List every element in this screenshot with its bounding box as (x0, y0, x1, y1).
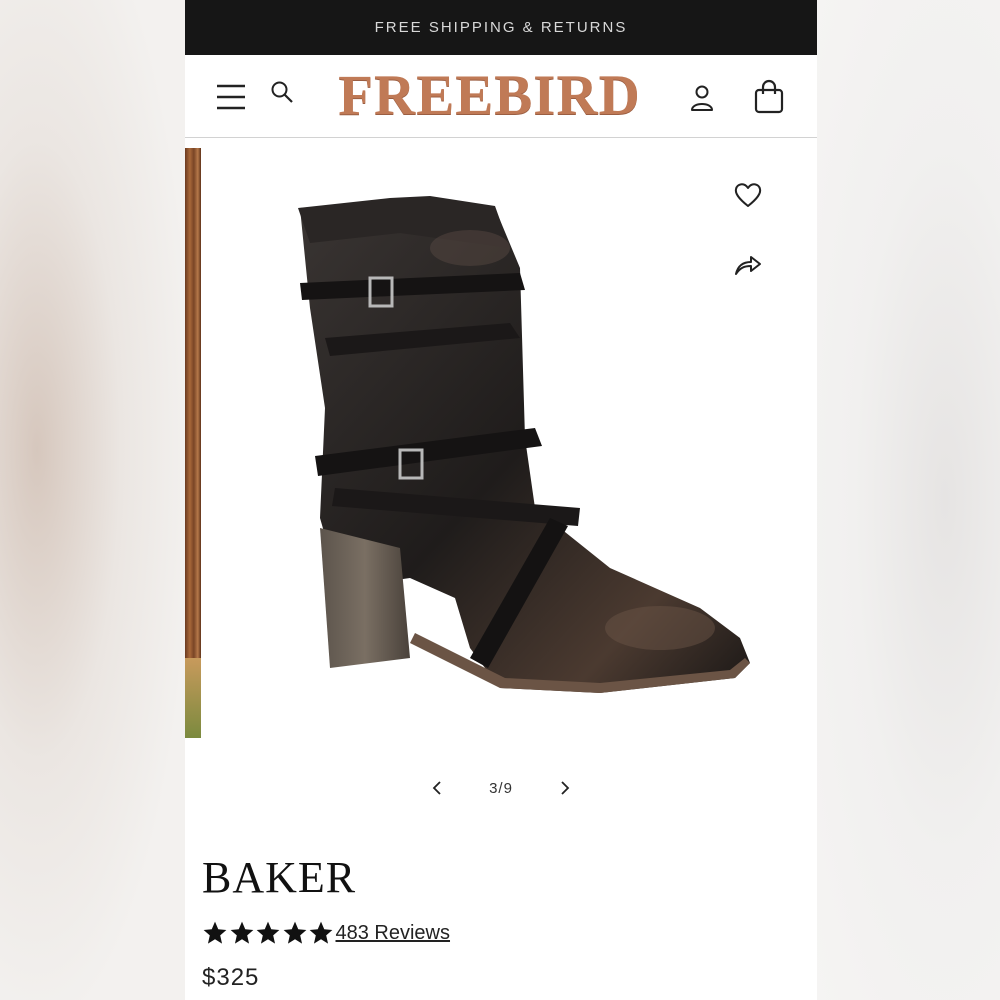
slide-counter: 3/9 (489, 779, 513, 797)
site-header: FREEBIRD (185, 55, 817, 138)
background-blur-right (817, 0, 1000, 1000)
background-blur-left (0, 0, 185, 1000)
boot-image (298, 196, 750, 693)
star-icon (256, 921, 280, 944)
product-price: $325 (202, 964, 260, 991)
star-rating (202, 920, 335, 946)
account-button[interactable] (685, 81, 719, 115)
star-icon (283, 921, 306, 944)
chevron-right-icon (561, 781, 570, 795)
share-button[interactable] (731, 248, 765, 282)
cart-button[interactable] (749, 77, 789, 117)
product-title: BAKER (202, 853, 357, 902)
search-button[interactable] (267, 77, 297, 107)
brand-logo[interactable]: FREEBIRD (317, 64, 662, 128)
next-image-button[interactable] (547, 770, 583, 806)
menu-icon (217, 84, 245, 110)
gallery-pager: 3/9 (185, 770, 817, 806)
star-icon (230, 921, 253, 944)
previous-image-button[interactable] (419, 770, 455, 806)
menu-button[interactable] (213, 79, 249, 115)
mobile-page: FREE SHIPPING & RETURNS FREEBIRD 3/9 BAK… (185, 0, 817, 1000)
share-icon (735, 256, 761, 275)
promo-banner: FREE SHIPPING & RETURNS (185, 0, 817, 55)
account-icon (691, 85, 713, 111)
chevron-left-icon (432, 781, 441, 795)
shopping-bag-icon (754, 79, 784, 114)
star-icon (203, 921, 227, 944)
star-icon (309, 921, 333, 944)
product-rating: 483 Reviews (202, 918, 450, 948)
wishlist-button[interactable] (731, 178, 765, 212)
heart-icon (734, 183, 762, 207)
search-icon (271, 81, 293, 103)
reviews-link[interactable]: 483 Reviews (336, 922, 451, 945)
previous-slide-peek[interactable] (185, 148, 201, 738)
promo-text: FREE SHIPPING & RETURNS (374, 19, 628, 36)
product-gallery[interactable] (185, 138, 817, 758)
